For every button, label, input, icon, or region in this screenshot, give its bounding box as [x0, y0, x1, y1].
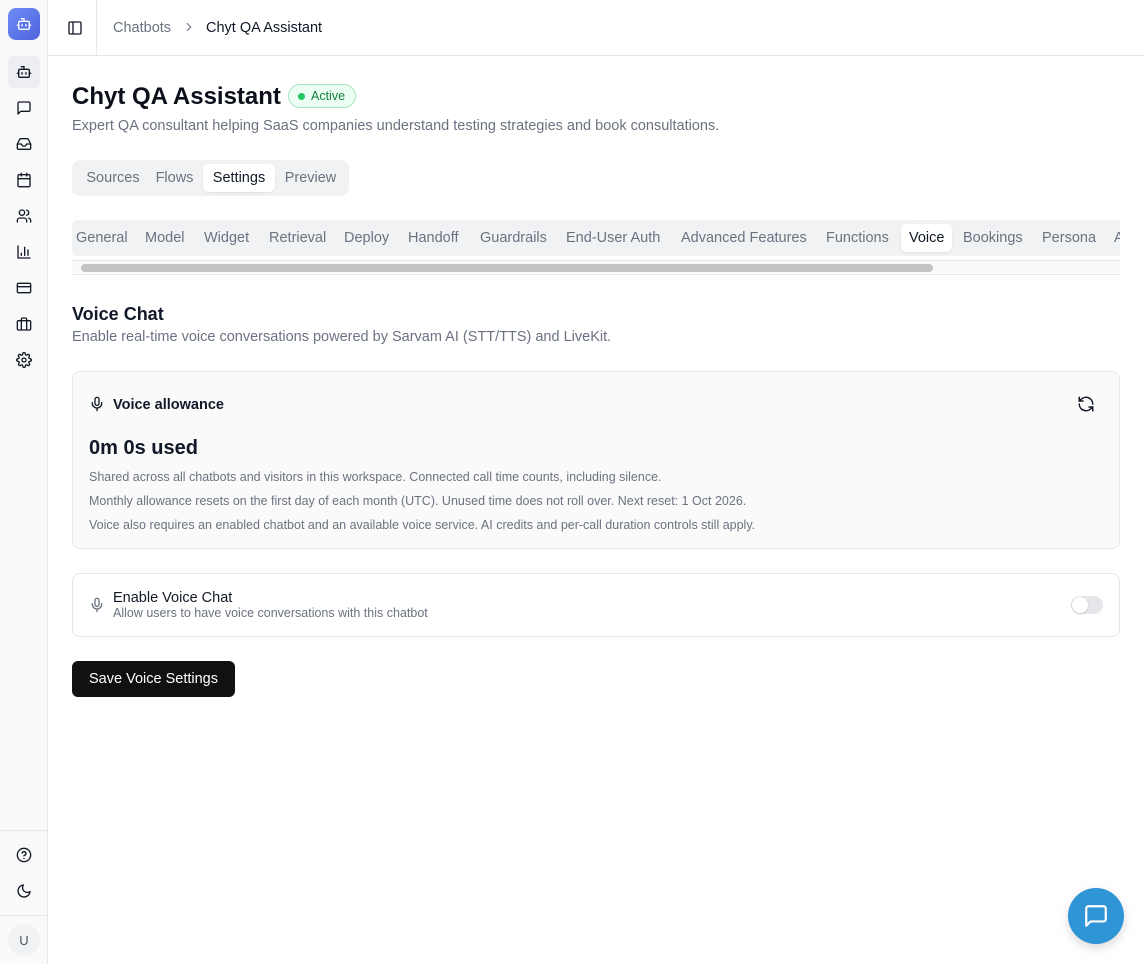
nav-conversations[interactable]	[8, 92, 40, 124]
usage-value: 0m 0s used	[89, 437, 198, 459]
breadcrumb-current: Chyt QA Assistant	[206, 20, 323, 36]
bot-icon	[16, 18, 32, 30]
refresh-icon[interactable]	[1077, 395, 1095, 413]
allowance-note: Monthly allowance resets on the first da…	[89, 494, 747, 508]
tab-preview[interactable]: Preview	[276, 164, 345, 192]
help-circle-icon	[16, 847, 32, 863]
status-dot	[298, 92, 305, 100]
briefcase-icon	[16, 317, 32, 331]
breadcrumb-chatbots[interactable]: Chatbots	[113, 19, 171, 37]
section-description: Enable real-time voice conversations pow…	[72, 329, 612, 345]
sidebar: U	[0, 0, 48, 964]
allowance-note: Shared across all chatbots and visitors …	[89, 470, 662, 484]
nav-inbox[interactable]	[8, 128, 40, 160]
users-icon	[16, 209, 32, 223]
sidebar-divider	[0, 830, 47, 831]
gear-icon	[16, 352, 32, 368]
settings-tab-overflow[interactable]: A	[1114, 224, 1120, 252]
mic-icon	[89, 597, 105, 618]
settings-tab-voice[interactable]: Voice	[901, 224, 953, 252]
save-voice-settings-button[interactable]: Save Voice Settings	[72, 661, 235, 697]
inbox-icon	[16, 138, 32, 150]
message-square-icon	[1085, 905, 1107, 927]
allowance-note: Voice also requires an enabled chatbot a…	[89, 518, 756, 532]
tabs-scrollbar[interactable]	[72, 260, 1120, 275]
nav-settings[interactable]	[8, 344, 40, 376]
header-divider	[96, 0, 97, 55]
status-label: Active	[311, 89, 346, 103]
page-description: Expert QA consultant helping SaaS compan…	[72, 118, 720, 134]
tab-settings[interactable]: Settings	[203, 164, 275, 192]
nav-users[interactable]	[8, 200, 40, 232]
app-logo[interactable]	[8, 8, 40, 40]
settings-tab-bookings[interactable]: Bookings	[963, 224, 1023, 252]
bot-icon	[16, 66, 32, 78]
settings-tab-retrieval[interactable]: Retrieval	[269, 224, 326, 252]
sidebar-toggle-button[interactable]	[61, 14, 89, 42]
settings-tab-advanced-features[interactable]: Advanced Features	[681, 224, 807, 252]
nav-billing[interactable]	[8, 272, 40, 304]
settings-tab-end-user-auth[interactable]: End-User Auth	[566, 224, 660, 252]
settings-tab-general[interactable]: General	[76, 224, 128, 252]
settings-tabs: General Model Widget Retrieval Deploy Ha…	[72, 220, 1120, 256]
theme-toggle[interactable]	[8, 875, 40, 907]
settings-tab-deploy[interactable]: Deploy	[344, 224, 389, 252]
settings-tab-model[interactable]: Model	[145, 224, 185, 252]
voice-allowance-card: Voice allowance 0m 0s used Shared across…	[72, 371, 1120, 549]
sidebar-divider	[0, 915, 47, 916]
tab-sources[interactable]: Sources	[76, 164, 150, 192]
nav-calendar[interactable]	[8, 164, 40, 196]
moon-icon	[17, 884, 31, 898]
scrollbar-thumb[interactable]	[81, 264, 933, 272]
settings-tab-functions[interactable]: Functions	[826, 224, 889, 252]
chevron-right-icon	[182, 20, 196, 39]
avatar[interactable]: U	[8, 924, 40, 956]
nav-chatbots[interactable]	[8, 56, 40, 88]
settings-tab-handoff[interactable]: Handoff	[408, 224, 459, 252]
nav-analytics[interactable]	[8, 236, 40, 268]
nav-help[interactable]	[8, 839, 40, 871]
calendar-icon	[17, 172, 31, 188]
bar-chart-icon	[17, 245, 31, 259]
section-title: Voice Chat	[72, 304, 164, 324]
settings-tab-widget[interactable]: Widget	[204, 224, 249, 252]
settings-tab-persona[interactable]: Persona	[1042, 224, 1096, 252]
nav-workspace[interactable]	[8, 308, 40, 340]
chat-widget-button[interactable]	[1068, 888, 1124, 944]
top-header: Chatbots Chyt QA Assistant	[48, 0, 1144, 56]
allowance-title: Voice allowance	[113, 397, 224, 413]
panel-left-icon	[68, 21, 82, 35]
enable-voice-toggle[interactable]	[1071, 596, 1103, 614]
settings-tab-guardrails[interactable]: Guardrails	[480, 224, 547, 252]
page-title: Chyt QA Assistant	[72, 83, 281, 110]
mic-icon	[89, 396, 105, 417]
credit-card-icon	[16, 282, 32, 294]
message-square-icon	[17, 101, 31, 115]
status-badge: Active	[288, 84, 357, 108]
enable-voice-card: Enable Voice Chat Allow users to have vo…	[72, 573, 1120, 637]
avatar-initial: U	[19, 932, 29, 948]
enable-voice-description: Allow users to have voice conversations …	[113, 606, 428, 620]
toggle-knob	[1072, 597, 1088, 613]
tab-flows[interactable]: Flows	[150, 164, 199, 192]
view-switcher: Sources Flows Settings Preview	[72, 160, 349, 196]
